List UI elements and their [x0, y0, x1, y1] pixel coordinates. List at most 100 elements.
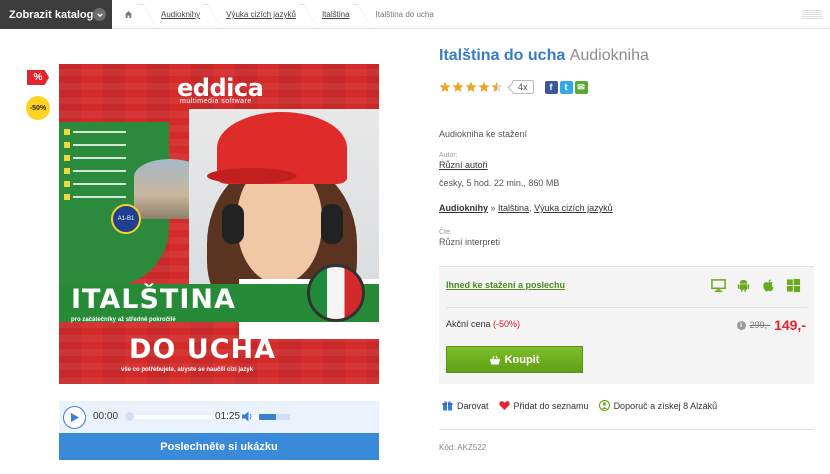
product-title: Italština do ucha Audiokniha [439, 47, 649, 65]
product-cover-image[interactable]: eddica multimedia software A1-B1 ITALŠTI… [59, 64, 379, 384]
breadcrumb-link[interactable]: Italština [322, 10, 350, 19]
total-time: 01:25 [215, 411, 241, 422]
reader-label: Čte: [439, 229, 452, 236]
facebook-icon[interactable]: f [544, 80, 558, 94]
old-price: 299,- [749, 320, 771, 330]
author-link[interactable]: Různí autoři [439, 160, 488, 170]
volume-slider[interactable] [259, 414, 290, 420]
volume-icon[interactable] [242, 411, 253, 422]
heart-icon [498, 401, 510, 410]
recommend-action[interactable]: Doporuč a získej 8 Alzáků [598, 400, 718, 411]
breadcrumb: Audioknihy Výuka cizích jazyků Italština… [112, 0, 448, 29]
buy-button[interactable]: Koupit [446, 346, 583, 373]
product-title-text: Italština do ucha [439, 47, 566, 64]
platform-icons [711, 278, 801, 293]
buy-box: Ihned ke stažení a poslechu Akční cena (… [439, 266, 814, 384]
discount-percent-icon: % [27, 70, 49, 85]
cover-title-line1: ITALŠTINA [71, 284, 236, 315]
gift-action[interactable]: Darovat [442, 400, 489, 411]
reader-value: Různí interpreti [439, 237, 501, 247]
breadcrumb-home[interactable] [112, 0, 149, 29]
divider [439, 429, 814, 430]
basket-icon [489, 355, 500, 364]
cover-feature-item [64, 166, 126, 175]
discount-badge: -50% [26, 96, 50, 120]
buy-button-label: Koupit [504, 353, 540, 366]
progress-handle[interactable] [125, 412, 134, 421]
product-meta: česky, 5 hod. 22 min., 860 MB [439, 178, 560, 188]
headphone-icon [321, 204, 343, 244]
star-icon [491, 81, 503, 92]
show-catalog-button[interactable]: Zobrazit katalog [0, 0, 112, 29]
android-icon [737, 279, 750, 293]
category-link-languages[interactable]: Výuka cizích jazyků [534, 203, 613, 213]
cover-feature-item [64, 192, 126, 201]
breadcrumb-link[interactable]: Audioknihy [161, 10, 200, 19]
product-description: Audiokniha ke stažení [439, 129, 528, 139]
price-label-text: Akční cena [446, 319, 491, 329]
breadcrumb-item-languages[interactable]: Výuka cizích jazyků [214, 0, 310, 29]
share-buttons: f t ✉ [544, 80, 588, 94]
star-icon [478, 81, 490, 92]
category-link-italian[interactable]: Italština [498, 203, 529, 213]
gift-icon [442, 401, 453, 411]
product-rating: 4x f t ✉ [439, 80, 588, 94]
price: i 299,- 149,- [736, 317, 806, 333]
show-catalog-label: Zobrazit katalog [9, 8, 94, 21]
home-icon [124, 11, 133, 19]
new-price: 149,- [774, 317, 806, 333]
audio-sample-player: 00:00 01:25 [59, 401, 379, 433]
category-separator: » [490, 203, 496, 213]
cover-feature-item [64, 127, 126, 136]
star-icon [465, 81, 477, 92]
author-label: Autor: [439, 152, 458, 159]
cover-level-seal: A1-B1 [111, 204, 141, 234]
product-type: Audiokniha [569, 47, 649, 64]
email-icon[interactable]: ✉ [574, 80, 588, 94]
price-label: Akční cena (-50%) [446, 319, 520, 329]
cover-feature-item [64, 153, 126, 162]
star-icon [439, 81, 451, 92]
desktop-icon [711, 279, 726, 293]
listen-sample-button[interactable]: Poslechněte si ukázku [59, 433, 379, 460]
buy-box-divider [446, 307, 807, 308]
info-icon[interactable]: i [736, 320, 746, 330]
chevron-down-icon [93, 8, 106, 21]
breadcrumb-item-italian[interactable]: Italština [310, 0, 364, 29]
windows-icon [786, 278, 801, 293]
cover-feature-item [64, 179, 126, 188]
top-navigation-bar: Zobrazit katalog Audioknihy Výuka cizích… [0, 0, 830, 29]
menu-lines-icon[interactable] [802, 10, 822, 19]
cover-subtitle-line1: pro začátečníky až středně pokročilé [71, 317, 176, 323]
cover-feature-item [64, 140, 126, 149]
play-icon [70, 413, 79, 422]
cover-cap-brim [207, 168, 297, 184]
breadcrumb-current: Italština do ucha [375, 10, 434, 19]
apple-icon [763, 279, 774, 292]
wishlist-label: Přidat do seznamu [513, 400, 589, 411]
rating-count-badge[interactable]: 4x [512, 80, 534, 94]
play-button[interactable] [63, 406, 86, 429]
breadcrumb-item-audiobooks[interactable]: Audioknihy [149, 0, 214, 29]
price-discount-percent: (-50%) [493, 319, 521, 329]
cover-logo-subtitle: multimedia software [180, 98, 252, 105]
current-time: 00:00 [93, 411, 119, 422]
headphone-icon [222, 204, 244, 244]
category-links: Audioknihy » Italština, Výuka cizích jaz… [439, 203, 613, 213]
rating-stars[interactable] [439, 81, 504, 93]
breadcrumb-link[interactable]: Výuka cizích jazyků [226, 10, 296, 19]
product-actions: Darovat Přidat do seznamu Doporuč a získ… [442, 400, 727, 411]
volume-level-fill [259, 414, 277, 420]
product-code: Kód: AKZ522 [439, 443, 487, 452]
availability-link[interactable]: Ihned ke stažení a poslechu [446, 280, 565, 290]
recommend-icon [598, 400, 610, 411]
recommend-label: Doporuč a získej 8 Alzáků [613, 400, 718, 411]
cover-subtitle-line2: vše co potřebujete, abyste se naučili ci… [121, 367, 254, 373]
star-icon [452, 81, 464, 92]
twitter-icon[interactable]: t [559, 80, 573, 94]
category-link-audiobooks[interactable]: Audioknihy [439, 203, 488, 213]
cover-title-line2: DO UCHA [129, 334, 276, 365]
gift-label: Darovat [457, 400, 489, 411]
italian-flag-disc-icon [307, 264, 365, 322]
wishlist-action[interactable]: Přidat do seznamu [498, 400, 589, 411]
